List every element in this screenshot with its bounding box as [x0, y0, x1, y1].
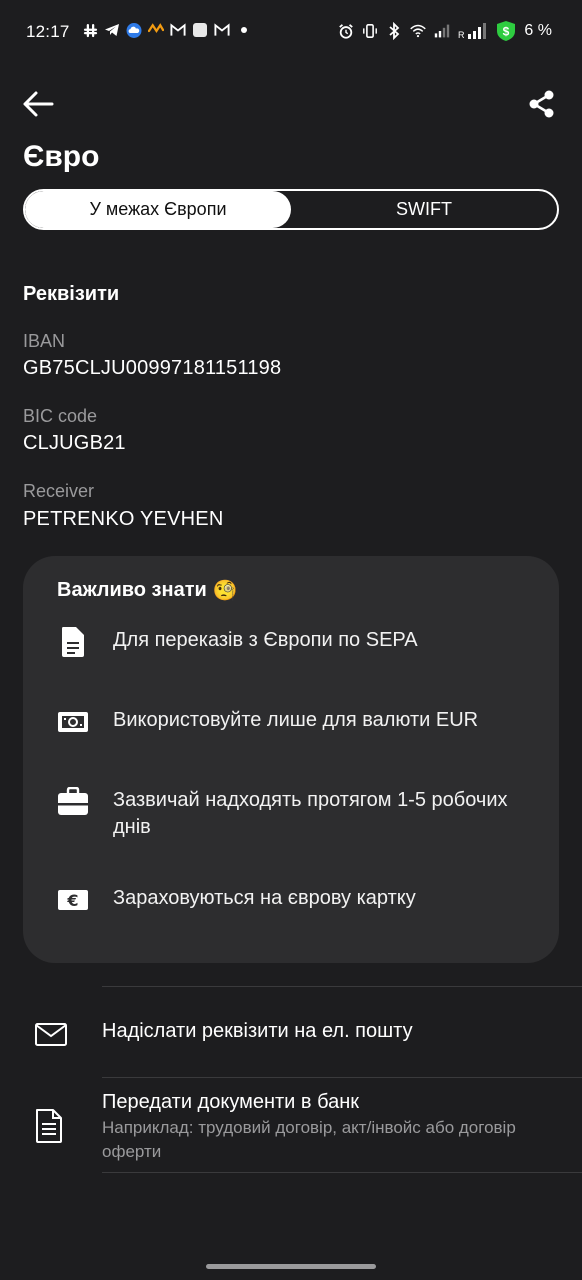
- document-lines-icon: [36, 1109, 62, 1143]
- bluetooth-icon: [386, 22, 402, 40]
- tab-within-europe[interactable]: У межах Європи: [25, 191, 291, 228]
- submit-documents-title: Передати документи в банк: [102, 1091, 359, 1113]
- send-requisites-email-row[interactable]: Надіслати реквізити на ел. пошту: [0, 987, 582, 1077]
- important-info-card: Важливо знати 🧐 Для переказів з Європи п…: [23, 556, 559, 963]
- shield-dollar-icon: $: [496, 20, 516, 42]
- tab-swift[interactable]: SWIFT: [291, 191, 557, 228]
- document-icon: [57, 626, 89, 658]
- requisites-heading: Реквізити: [23, 283, 120, 305]
- bic-label: BIC code: [23, 406, 98, 426]
- info-card-title-text: Важливо знати: [57, 579, 207, 601]
- wifi-icon: [410, 23, 427, 39]
- info-item-text: Для переказів з Європи по SEPA: [113, 629, 418, 651]
- vibrate-icon: [362, 23, 378, 39]
- iban-value[interactable]: GB75CLJU00997181151198: [23, 357, 281, 380]
- envelope-icon: [35, 1023, 67, 1046]
- bic-value[interactable]: CLJUGB21: [23, 432, 126, 455]
- info-item: Для переказів з Європи по SEPA: [57, 626, 537, 658]
- divider: [102, 1172, 582, 1173]
- info-item: € Зараховуються на єврову картку: [57, 884, 537, 916]
- page-title: Євро: [23, 140, 100, 173]
- briefcase-icon: [57, 786, 89, 818]
- info-item-text: Використовуйте лише для валюти EUR: [113, 709, 479, 731]
- back-button[interactable]: [22, 88, 58, 120]
- share-icon: [529, 90, 554, 118]
- slack-icon: [82, 22, 98, 38]
- home-indicator[interactable]: [206, 1264, 376, 1269]
- gmail-icon: [170, 22, 186, 38]
- status-bar: 12:17 R $ 6 %: [0, 0, 582, 64]
- cloud-icon: [126, 22, 142, 38]
- info-item-text: Зараховуються на єврову картку: [113, 887, 416, 909]
- submit-documents-row[interactable]: Передати документи в банк Наприклад: тру…: [0, 1078, 582, 1173]
- info-item: Використовуйте лише для валюти EUR: [57, 706, 537, 738]
- alarm-icon: [338, 23, 354, 39]
- share-button[interactable]: [526, 88, 558, 120]
- battery-percent: 6 %: [524, 22, 552, 39]
- receiver-label: Receiver: [23, 481, 95, 501]
- dot-icon: [236, 22, 252, 38]
- svg-text:R: R: [458, 30, 465, 40]
- banknote-icon: [57, 706, 89, 738]
- notification-icons: [82, 22, 252, 38]
- signal-icon: [434, 23, 450, 39]
- submit-documents-subtitle: Наприклад: трудовий договір, акт/інвойс …: [102, 1118, 516, 1161]
- vpn-icon: [148, 22, 164, 38]
- svg-text:$: $: [503, 25, 510, 39]
- arrow-left-icon: [23, 91, 54, 117]
- signal-roaming-icon: R: [458, 23, 488, 40]
- currency-transfer-tabs: У межах Європи SWIFT: [23, 189, 559, 230]
- monocle-face-emoji: 🧐: [212, 580, 238, 602]
- status-time: 12:17: [26, 22, 70, 41]
- euro-card-icon: €: [57, 884, 89, 916]
- telegram-icon: [104, 22, 120, 38]
- info-item-text: Зазвичай надходять протягом 1-5 робочих …: [113, 789, 508, 838]
- system-icons: R $ 6 %: [338, 20, 552, 42]
- iban-label: IBAN: [23, 331, 66, 351]
- info-item: Зазвичай надходять протягом 1-5 робочих …: [57, 786, 537, 841]
- gmail-icon: [214, 22, 230, 38]
- info-card-title: Важливо знати 🧐: [57, 578, 238, 603]
- receiver-value[interactable]: PETRENKO YEVHEN: [23, 508, 223, 531]
- send-requisites-email-title: Надіслати реквізити на ел. пошту: [102, 1020, 413, 1042]
- square-icon: [192, 22, 208, 38]
- svg-text:€: €: [66, 891, 78, 910]
